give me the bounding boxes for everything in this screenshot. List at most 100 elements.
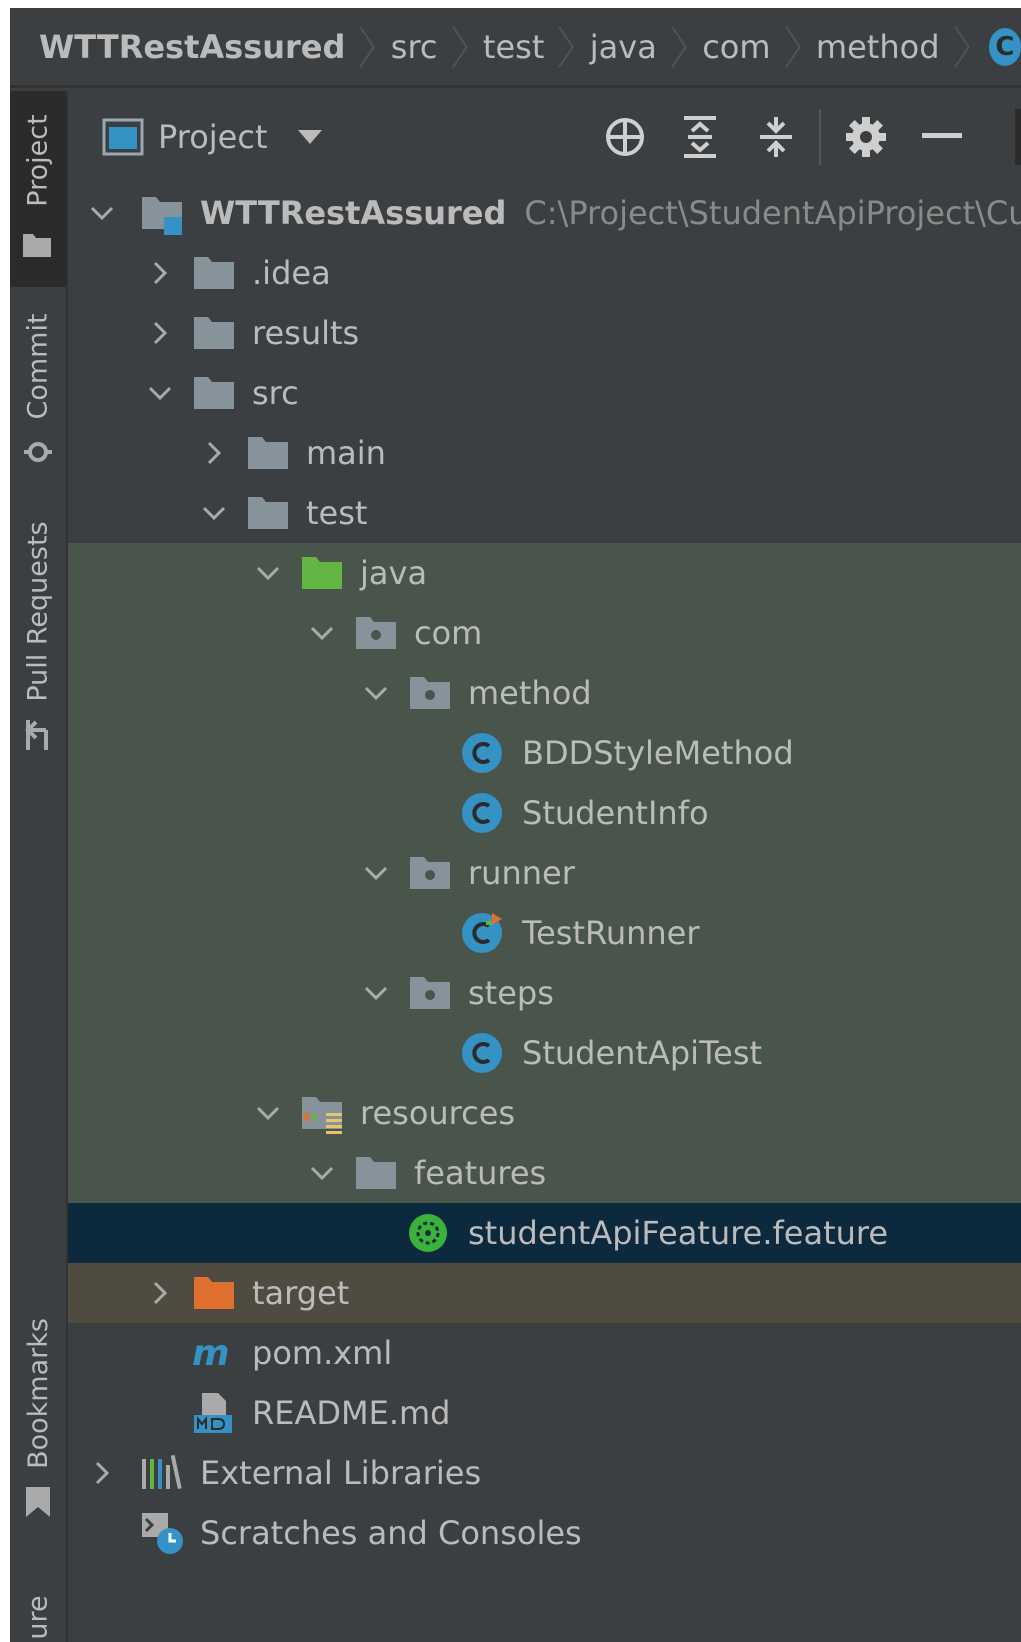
expanded-arrow-icon[interactable] [310, 621, 334, 645]
tree-row-root[interactable]: WTTRestAssured C:\Project\StudentApiProje… [68, 183, 1021, 243]
tree-row-steps[interactable]: steps [68, 963, 1021, 1023]
class-icon[interactable]: C [988, 27, 1021, 66]
collapsed-arrow-icon[interactable] [148, 261, 172, 285]
tree-row-external-libraries[interactable]: External Libraries [68, 1443, 1021, 1503]
tree-row-features[interactable]: features [68, 1143, 1021, 1203]
tree-row-feature-file[interactable]: studentApiFeature.feature [68, 1203, 1021, 1263]
collapse-all-button[interactable] [752, 113, 800, 161]
breadcrumb: WTTRestAssured src test java com method … [10, 8, 1021, 88]
breadcrumb-separator-icon [953, 25, 970, 68]
expanded-arrow-icon[interactable] [310, 1161, 334, 1185]
toolbar-divider [819, 109, 821, 165]
folder-icon [23, 234, 51, 257]
view-selector-label: Project [158, 118, 268, 156]
minimize-icon [922, 133, 962, 138]
pull-request-icon [25, 720, 48, 750]
breadcrumb-separator-icon [451, 25, 468, 68]
expand-all-icon [684, 116, 716, 158]
locate-button[interactable] [601, 113, 649, 161]
tree-label-resources: resources [360, 1094, 516, 1132]
tree-label-studentinfo: StudentInfo [522, 794, 709, 832]
expanded-arrow-icon[interactable] [256, 561, 280, 585]
tree-label-steps: steps [468, 974, 554, 1012]
collapsed-arrow-icon[interactable] [148, 321, 172, 345]
breadcrumb-item-src[interactable]: src [391, 28, 438, 66]
breadcrumb-item-method[interactable]: method [816, 28, 940, 66]
breadcrumb-item-project[interactable]: WTTRestAssured [39, 28, 345, 66]
class-icon [462, 793, 502, 833]
package-icon [410, 857, 450, 889]
expanded-arrow-icon[interactable] [256, 1101, 280, 1125]
tree-row-com[interactable]: com [68, 603, 1021, 663]
stripe-tab-project-label: Project [22, 113, 54, 207]
breadcrumb-item-test[interactable]: test [483, 28, 544, 66]
stripe-tab-structure[interactable]: ure [10, 1587, 66, 1642]
collapsed-arrow-icon[interactable] [90, 1461, 114, 1485]
tree-row-scratches[interactable]: Scratches and Consoles [68, 1503, 1021, 1563]
tree-label-studentapitest: StudentApiTest [522, 1034, 763, 1072]
tree-row-src[interactable]: src [68, 363, 1021, 423]
collapse-all-icon [760, 117, 792, 157]
expanded-arrow-icon[interactable] [148, 381, 172, 405]
tree-row-pom[interactable]: m pom.xml [68, 1323, 1021, 1383]
tree-label-testrunner: TestRunner [522, 914, 700, 952]
tool-window-stripe: Project Commit Pull Requests Bookmarks u… [10, 91, 68, 1642]
breadcrumb-item-java[interactable]: java [590, 28, 657, 66]
tree-row-test[interactable]: test [68, 483, 1021, 543]
expanded-arrow-icon[interactable] [364, 861, 388, 885]
runnable-class-icon [462, 913, 502, 953]
tree-label-results: results [252, 314, 360, 352]
tree-row-readme[interactable]: README.md [68, 1383, 1021, 1443]
collapsed-arrow-icon[interactable] [148, 1281, 172, 1305]
project-toolbar: Project [68, 91, 1021, 183]
module-folder-icon [142, 197, 182, 235]
expanded-arrow-icon[interactable] [202, 501, 226, 525]
tree-row-idea[interactable]: .idea [68, 243, 1021, 303]
project-path: C:\Project\StudentApiProject\Cu [524, 194, 1021, 232]
tree-row-method[interactable]: method [68, 663, 1021, 723]
tree-row-testrunner[interactable]: TestRunner [68, 903, 1021, 963]
ide-frame: WTTRestAssured src test java com method … [10, 8, 1021, 1642]
project-panel: Project WTTRestAssured C:\Project\Studen… [68, 91, 1021, 1642]
settings-button[interactable] [842, 113, 890, 161]
tree-row-target[interactable]: target [68, 1263, 1021, 1323]
expanded-arrow-icon[interactable] [364, 981, 388, 1005]
package-icon [356, 617, 396, 649]
tree-row-main[interactable]: main [68, 423, 1021, 483]
markdown-icon [194, 1393, 232, 1433]
collapsed-arrow-icon[interactable] [202, 441, 226, 465]
tree-row-studentinfo[interactable]: StudentInfo [68, 783, 1021, 843]
tree-row-bddstylemethod[interactable]: BDDStyleMethod [68, 723, 1021, 783]
tree-label-root: WTTRestAssured C:\Project\StudentApiProje… [200, 194, 1021, 232]
stripe-tab-project[interactable]: Project [10, 91, 66, 287]
stripe-tab-pull-requests[interactable]: Pull Requests [10, 516, 66, 766]
test-source-folder-icon [302, 557, 342, 589]
hide-panel-button[interactable] [918, 113, 966, 161]
tree-row-java[interactable]: java [68, 543, 1021, 603]
package-icon [410, 677, 450, 709]
expanded-arrow-icon[interactable] [90, 201, 114, 225]
stripe-tab-commit-label: Commit [22, 312, 54, 420]
expanded-arrow-icon[interactable] [364, 681, 388, 705]
stripe-tab-bookmarks[interactable]: Bookmarks [10, 1313, 66, 1533]
tree-label-feature-file: studentApiFeature.feature [468, 1214, 889, 1252]
view-selector-dropdown[interactable]: Project [102, 113, 323, 161]
tree-label-idea: .idea [252, 254, 331, 292]
tree-label-method: method [468, 674, 592, 712]
svg-text:m: m [192, 1333, 230, 1374]
tree-row-resources[interactable]: resources [68, 1083, 1021, 1143]
tree-label-target: target [252, 1274, 350, 1312]
tree-row-runner[interactable]: runner [68, 843, 1021, 903]
panel-edge [1015, 109, 1021, 165]
tree-row-results[interactable]: results [68, 303, 1021, 363]
tree-label-external-libraries: External Libraries [200, 1454, 482, 1492]
tree-label-test: test [306, 494, 368, 532]
stripe-tab-commit[interactable]: Commit [10, 306, 66, 476]
crosshair-icon [606, 118, 644, 156]
tree-row-studentapitest[interactable]: StudentApiTest [68, 1023, 1021, 1083]
class-icon [462, 1033, 502, 1073]
tree-label-com: com [414, 614, 483, 652]
breadcrumb-item-com[interactable]: com [702, 28, 770, 66]
stripe-tab-pull-requests-label: Pull Requests [22, 520, 54, 702]
expand-all-button[interactable] [676, 113, 724, 161]
